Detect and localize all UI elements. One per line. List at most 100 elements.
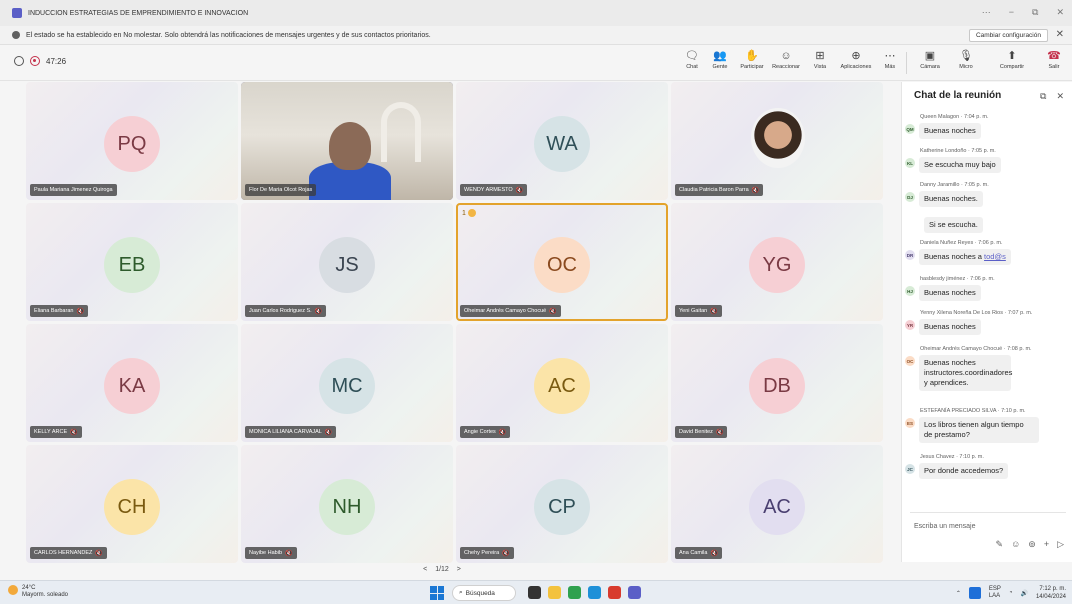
close-chat-icon[interactable]: ✕ [1056, 91, 1064, 102]
participant-tile[interactable]: AC Angie Cortes 🔇 [456, 324, 668, 442]
toolbar-divider [906, 52, 907, 74]
more-button[interactable]: ⋯ Más [874, 49, 906, 77]
sender-avatar: KL [905, 158, 915, 168]
clock[interactable]: 7:12 p. m. 14/04/2024 [1036, 585, 1066, 601]
mic-off-icon: 🔇 [70, 429, 78, 436]
participant-tile-speaking[interactable]: 1 OC Oheimar Andrés Camayo Chocué 🔇 [456, 203, 668, 321]
apps-button[interactable]: ⊕ Aplicaciones [836, 49, 876, 77]
weather-widget[interactable]: 24°C Mayorm. soleado [8, 585, 68, 599]
more-options-icon[interactable]: ⋯ [982, 7, 991, 18]
participant-tile[interactable]: CH CARLOS HERNANDEZ 🔇 [26, 445, 238, 563]
more-icon: ⋯ [884, 50, 896, 62]
sender-avatar: JC [905, 464, 915, 474]
view-button[interactable]: ⊞ Vista [804, 49, 836, 77]
chevron-up-icon[interactable]: ⌃ [956, 590, 961, 597]
participant-tile[interactable]: MC MONICA LILIANA CARVAJAL 🔇 [241, 324, 453, 442]
emoji-icon[interactable]: ☺ [1011, 539, 1020, 550]
nameplate: MONICA LILIANA CARVAJAL 🔇 [245, 426, 337, 438]
mic-button[interactable]: 🎙 Micro [950, 49, 982, 77]
wifi-icon[interactable]: ◔ [1009, 590, 1013, 596]
teams-taskbar-icon[interactable] [628, 586, 641, 599]
dnd-notice-text: El estado se ha establecido en No molest… [26, 31, 431, 39]
chat-message: Katherine Londoño · 7:05 p. m. KL Se escu… [905, 148, 1070, 173]
participant-tile[interactable]: NH Nayibe Habib 🔇 [241, 445, 453, 563]
mic-off-icon: 🔇 [76, 308, 84, 315]
change-settings-button[interactable]: Cambiar configuración [968, 29, 1048, 42]
mic-off-icon: 🔇 [502, 550, 510, 557]
chat-message: Oheimar Andrés Camayo Chocué · 7:08 p. m… [905, 346, 1070, 391]
start-button[interactable] [430, 586, 444, 600]
minimize-icon[interactable]: − [1009, 7, 1014, 18]
task-view-icon[interactable] [528, 586, 541, 599]
avatar: OC [534, 237, 590, 293]
office-icon[interactable] [608, 586, 621, 599]
raise-hand-icon: ✋ [745, 50, 759, 62]
avatar: AC [534, 358, 590, 414]
os-taskbar: 24°C Mayorm. soleado ⌕ Búsqueda ⌃ ESP LAA … [0, 580, 1072, 604]
participant-tile[interactable]: PQ Paula Mariana Jimenez Quiroga [26, 82, 238, 200]
participant-tile[interactable]: Claudia Patricia Baron Parra 🔇 [671, 82, 883, 200]
avatar: DB [749, 358, 805, 414]
tray-app-icon[interactable] [968, 587, 981, 599]
dnd-status-icon [12, 31, 20, 39]
recording-icon [30, 56, 40, 66]
participant-name: Eliana Barbaran [34, 308, 74, 314]
taskbar-search[interactable]: ⌕ Búsqueda [452, 585, 516, 601]
camera-button[interactable]: ▣ Cámara [914, 49, 946, 77]
store-icon[interactable] [588, 586, 601, 599]
loop-icon[interactable]: ⊚ [1028, 539, 1036, 550]
participant-tile[interactable]: YG Yeni Gaitan 🔇 [671, 203, 883, 321]
raise-hand-button[interactable]: ✋ Participar [736, 49, 768, 77]
raise-hand-icon [467, 209, 476, 217]
file-explorer-icon[interactable] [548, 586, 561, 599]
participant-name: Angie Cortes [464, 429, 496, 435]
compose-actions: ✎ ☺ ⊚ + ▷ [996, 539, 1064, 550]
participant-tile[interactable]: WA WENDY ARMESTO 🔇 [456, 82, 668, 200]
participant-tile[interactable]: CP Chehy Pereira 🔇 [456, 445, 668, 563]
close-icon[interactable]: ✕ [1056, 7, 1064, 18]
participant-tile[interactable]: DB David Benitez 🔇 [671, 324, 883, 442]
participant-name: Chehy Pereira [464, 550, 500, 556]
chat-message: ESTEFANÍA PRECIADO SILVA · 7:10 p. m. ES… [905, 408, 1070, 443]
participant-tile[interactable]: KA KELLY ARCE 🔇 [26, 324, 238, 442]
chat-message: Yenny Xilena Noreña De Los Rios · 7:07 p… [905, 310, 1070, 335]
participant-name: Claudia Patricia Baron Parra [679, 187, 749, 193]
participant-tile-video[interactable]: Flor De Maria Olcot Rojas [241, 82, 453, 200]
window-title: INDUCCION ESTRATEGIAS DE EMPRENDIMIENTO … [28, 9, 249, 17]
participant-tile[interactable]: JS Juan Carlos Rodriguez S. 🔇 [241, 203, 453, 321]
participant-name: CARLOS HERNANDEZ [34, 550, 93, 556]
message-compose-box[interactable]: Escriba un mensaje ✎ ☺ ⊚ + ▷ [910, 512, 1066, 556]
nameplate: David Benitez 🔇 [675, 426, 728, 438]
sender-avatar: HJ [905, 286, 915, 296]
restore-icon[interactable]: ⧉ [1032, 7, 1038, 18]
send-icon[interactable]: ▷ [1057, 539, 1064, 550]
mic-off-icon: 🔇 [285, 550, 293, 557]
participant-tile[interactable]: AC Ana Camila 🔇 [671, 445, 883, 563]
chat-icon: 🗨 [685, 50, 699, 62]
sender-avatar: YR [905, 320, 915, 330]
message-input[interactable]: Escriba un mensaje [914, 523, 975, 530]
close-notice-icon[interactable]: ✕ [1056, 29, 1064, 40]
mic-off-icon: 🔇 [498, 429, 507, 436]
format-icon[interactable]: ✎ [996, 539, 1004, 550]
chrome-icon[interactable] [568, 586, 581, 599]
chat-messages: Queen Malagon · 7:04 p. m. QM Buenas noch… [902, 110, 1072, 500]
share-button[interactable]: ⬆ Compartir [996, 49, 1028, 77]
people-button[interactable]: 👥 Gente [704, 49, 736, 77]
participant-tile[interactable]: EB Eliana Barbaran 🔇 [26, 203, 238, 321]
prev-page-button[interactable]: < [423, 566, 427, 573]
nameplate: Oheimar Andrés Camayo Chocué 🔇 [460, 305, 561, 317]
leave-button[interactable]: ☎ Salir [1038, 49, 1070, 77]
next-page-button[interactable]: > [457, 566, 461, 573]
add-icon[interactable]: + [1044, 539, 1049, 550]
mic-off-icon: 🔇 [710, 550, 718, 557]
avatar: EB [104, 237, 160, 293]
nameplate: CARLOS HERNANDEZ 🔇 [30, 547, 107, 559]
mention-link[interactable]: tod@s [984, 252, 1006, 261]
video-feed [241, 82, 453, 200]
popout-icon[interactable]: ⧉ [1040, 91, 1046, 102]
react-button[interactable]: ☺ Reaccionar [770, 49, 802, 77]
nameplate: Claudia Patricia Baron Parra 🔇 [675, 184, 764, 196]
volume-icon[interactable]: 🔊 [1020, 590, 1027, 597]
system-tray: ⌃ ESP LAA ◔ 🔊 7:12 p. m. 14/04/2024 [955, 585, 1066, 601]
